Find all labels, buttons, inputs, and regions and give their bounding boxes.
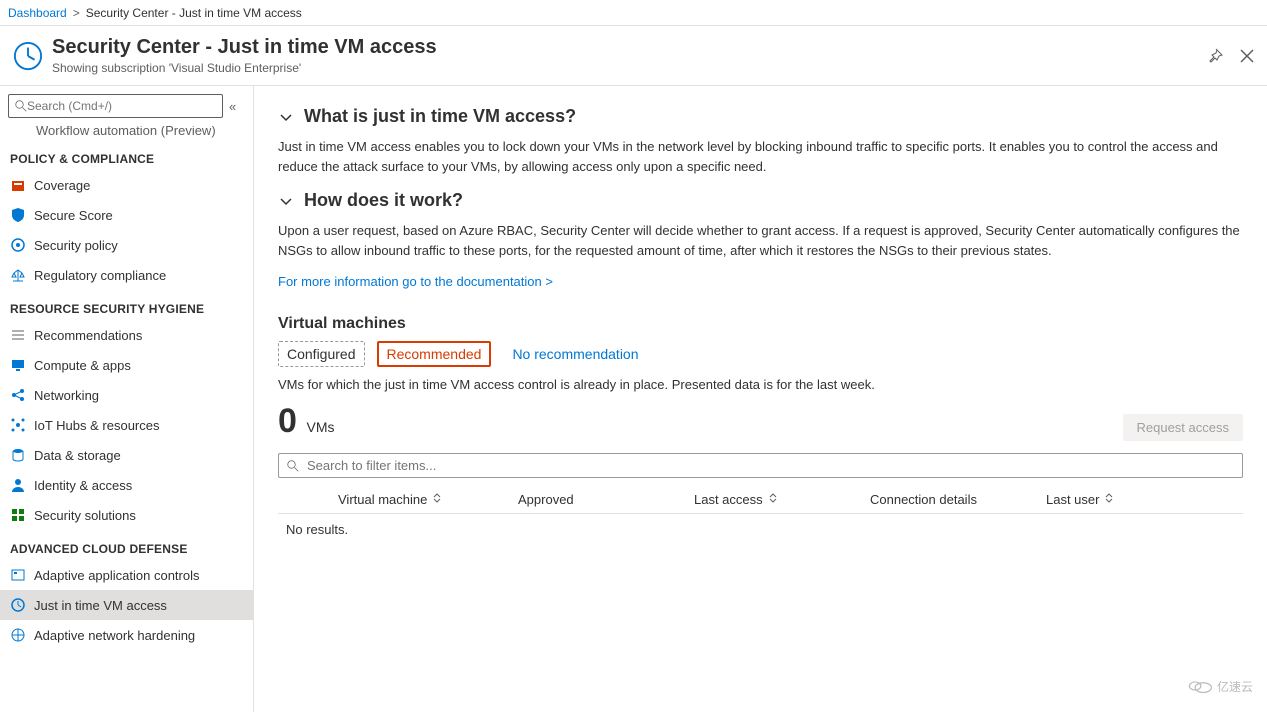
table-col-approved[interactable]: Approved	[518, 492, 694, 507]
chevron-down-icon	[278, 109, 294, 125]
coverage-icon	[10, 177, 26, 193]
search-box[interactable]	[8, 94, 223, 118]
table-col-vm[interactable]: Virtual machine	[338, 492, 518, 507]
sidebar-item-label: Networking	[34, 388, 99, 403]
sidebar-item-label: Regulatory compliance	[34, 268, 166, 283]
section-advanced-defense: ADVANCED CLOUD DEFENSE	[0, 530, 253, 560]
sidebar-item-label: IoT Hubs & resources	[34, 418, 159, 433]
sidebar-item-compute[interactable]: Compute & apps	[0, 350, 253, 380]
search-icon	[287, 460, 299, 472]
sidebar-item-label: Adaptive network hardening	[34, 628, 195, 643]
sidebar-item-jit-vm[interactable]: Just in time VM access	[0, 590, 253, 620]
data-icon	[10, 447, 26, 463]
sidebar-item-identity[interactable]: Identity & access	[0, 470, 253, 500]
policy-icon	[10, 237, 26, 253]
tab-no-recommendation[interactable]: No recommendation	[503, 341, 647, 367]
accordion-body-1: Just in time VM access enables you to lo…	[278, 137, 1243, 176]
clock-small-icon	[10, 597, 26, 613]
sidebar-item-label: Security policy	[34, 238, 118, 253]
sidebar-item-adaptive-net[interactable]: Adaptive network hardening	[0, 620, 253, 650]
breadcrumb-current: Security Center - Just in time VM access	[86, 6, 302, 20]
search-icon	[15, 100, 27, 112]
sidebar-item-label: Security solutions	[34, 508, 136, 523]
table-col-checkbox	[278, 492, 338, 507]
accordion-what-is[interactable]: What is just in time VM access?	[278, 106, 1243, 127]
filter-input[interactable]	[307, 458, 1234, 473]
chevron-down-icon	[278, 193, 294, 209]
accordion-how-works[interactable]: How does it work?	[278, 190, 1243, 211]
documentation-link[interactable]: For more information go to the documenta…	[278, 274, 553, 289]
page-subtitle: Showing subscription 'Visual Studio Ente…	[52, 61, 437, 75]
network-icon	[10, 387, 26, 403]
adaptive-icon	[10, 567, 26, 583]
watermark: 亿速云	[1187, 676, 1253, 696]
section-resource-hygiene: RESOURCE SECURITY HYGIENE	[0, 290, 253, 320]
breadcrumb-separator: >	[73, 6, 80, 20]
breadcrumb-root[interactable]: Dashboard	[8, 6, 67, 20]
table-col-last-user[interactable]: Last user	[1046, 492, 1186, 507]
tab-configured[interactable]: Configured	[278, 341, 365, 367]
accordion-body-2: Upon a user request, based on Azure RBAC…	[278, 221, 1243, 260]
iot-icon	[10, 417, 26, 433]
section-policy-compliance: POLICY & COMPLIANCE	[0, 140, 253, 170]
search-input[interactable]	[27, 99, 216, 113]
sidebar-item-security-policy[interactable]: Security policy	[0, 230, 253, 260]
sort-icon	[1103, 492, 1115, 507]
vm-count: 0	[278, 402, 297, 440]
sort-icon	[431, 492, 443, 507]
shield-icon	[10, 207, 26, 223]
sidebar-item-label: Compute & apps	[34, 358, 131, 373]
page-title: Security Center - Just in time VM access	[52, 36, 437, 59]
sidebar-item-label: Recommendations	[34, 328, 142, 343]
sidebar-item-label: Coverage	[34, 178, 90, 193]
sidebar-item-adaptive-app[interactable]: Adaptive application controls	[0, 560, 253, 590]
vm-count-label: VMs	[307, 419, 335, 435]
filter-box[interactable]	[278, 453, 1243, 478]
vm-heading: Virtual machines	[278, 315, 1243, 333]
sidebar-item-iot[interactable]: IoT Hubs & resources	[0, 410, 253, 440]
clock-icon	[12, 40, 44, 72]
accordion-title: How does it work?	[304, 190, 463, 211]
sidebar-item-label: Data & storage	[34, 448, 121, 463]
accordion-title: What is just in time VM access?	[304, 106, 576, 127]
vm-note: VMs for which the just in time VM access…	[278, 377, 1243, 392]
sidebar-item-label: Just in time VM access	[34, 598, 167, 613]
sidebar-item-security-solutions[interactable]: Security solutions	[0, 500, 253, 530]
table-col-connection[interactable]: Connection details	[870, 492, 1046, 507]
tab-recommended[interactable]: Recommended	[377, 341, 492, 367]
sidebar-item-networking[interactable]: Networking	[0, 380, 253, 410]
sidebar-item-secure-score[interactable]: Secure Score	[0, 200, 253, 230]
netharden-icon	[10, 627, 26, 643]
sidebar-item-recommendations[interactable]: Recommendations	[0, 320, 253, 350]
tiles-icon	[10, 507, 26, 523]
sort-icon	[767, 492, 779, 507]
close-icon[interactable]	[1239, 48, 1255, 64]
list-icon	[10, 327, 26, 343]
collapse-sidebar-icon[interactable]: «	[229, 99, 245, 114]
compute-icon	[10, 357, 26, 373]
sidebar-item-label: Secure Score	[34, 208, 113, 223]
request-access-button[interactable]: Request access	[1123, 414, 1244, 441]
no-results: No results.	[278, 514, 1243, 545]
sidebar-item-label: Identity & access	[34, 478, 132, 493]
sidebar-item-coverage[interactable]: Coverage	[0, 170, 253, 200]
sidebar-item-regulatory[interactable]: Regulatory compliance	[0, 260, 253, 290]
table-col-last-access[interactable]: Last access	[694, 492, 870, 507]
identity-icon	[10, 477, 26, 493]
sidebar-cut-item[interactable]: Workflow automation (Preview)	[0, 126, 253, 140]
sidebar-item-label: Adaptive application controls	[34, 568, 200, 583]
regulatory-icon	[10, 267, 26, 283]
pin-icon[interactable]	[1207, 48, 1223, 64]
sidebar-item-data-storage[interactable]: Data & storage	[0, 440, 253, 470]
